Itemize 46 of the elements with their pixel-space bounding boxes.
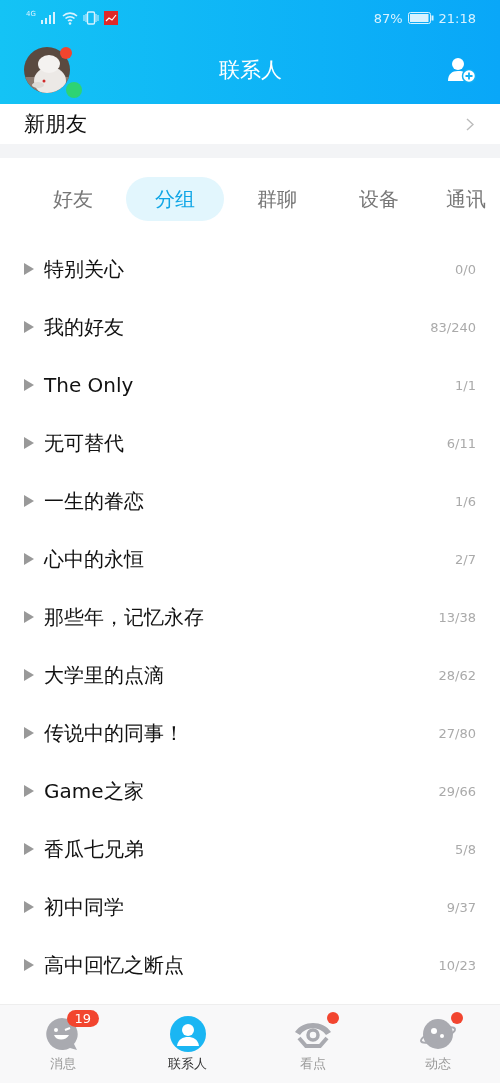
nav-tab[interactable]: 19 消息 [0, 1005, 125, 1083]
online-count: 83/240 [430, 319, 476, 335]
online-count: 1/1 [455, 377, 476, 393]
online-count: 29/66 [438, 783, 476, 799]
battery-icon [407, 12, 434, 24]
chevron-right-icon [466, 117, 474, 131]
group-name[interactable]: 一生的眷恋 [44, 487, 456, 515]
clock: 21:18 [438, 10, 476, 26]
online-count: 1/6 [455, 493, 476, 509]
nav-tab[interactable]: 联系人 [125, 1005, 250, 1083]
person-icon [169, 1015, 206, 1052]
online-count: 28/62 [438, 667, 476, 683]
screen-title: 联系人 [217, 57, 283, 84]
add-contact-icon[interactable] [448, 57, 476, 83]
online-count: 6/11 [446, 435, 476, 451]
tab[interactable]: 设备 [330, 177, 428, 221]
tab[interactable]: 通讯 [432, 177, 486, 221]
group-name[interactable]: 高中回忆之断点 [44, 951, 439, 979]
group-name[interactable]: Game之家 [44, 777, 439, 805]
battery-percent: 87% [373, 10, 403, 26]
group-name[interactable]: 大学里的点滴 [44, 661, 439, 689]
tab[interactable]: 群聊 [228, 177, 326, 221]
group-name[interactable]: 我的好友 [44, 313, 431, 341]
online-count: 13/38 [438, 609, 476, 625]
group-name[interactable]: 特别关心 [44, 255, 456, 283]
online-count: 27/80 [438, 725, 476, 741]
online-count: 5/8 [455, 841, 476, 857]
tab[interactable]: 好友 [24, 177, 122, 221]
wifi-icon [61, 11, 78, 25]
vibrate-icon [82, 11, 99, 25]
online-count: 10/23 [438, 957, 476, 973]
group-name[interactable]: 香瓜七兄弟 [44, 835, 456, 863]
group-name[interactable]: 心中的永恒 [44, 545, 456, 573]
group-name[interactable]: 那些年，记忆永存 [44, 603, 439, 631]
online-count: 9/37 [446, 899, 476, 915]
online-count: 0/0 [455, 261, 476, 277]
planet-icon [418, 1016, 457, 1051]
app-notification-icon [103, 11, 118, 25]
online-count: 2/7 [455, 551, 476, 567]
group-name[interactable]: 传说中的同事！ [44, 719, 439, 747]
group-name[interactable]: 无可替代 [44, 429, 447, 457]
group-name[interactable]: 初中同学 [44, 893, 447, 921]
new-friends-label[interactable]: 新朋友 [24, 110, 466, 138]
group-name[interactable]: The Only [44, 373, 456, 397]
unread-badge: 19 [66, 1009, 100, 1027]
signal-icon [40, 12, 57, 24]
